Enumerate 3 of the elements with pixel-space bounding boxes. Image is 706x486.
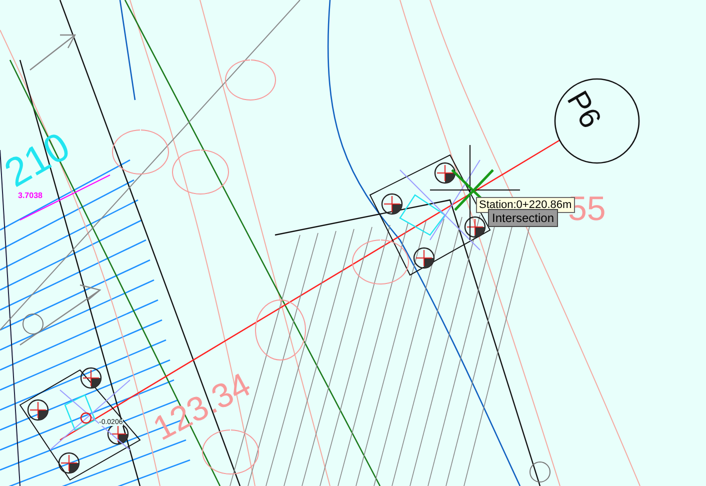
snap-tooltip: Intersection [488, 209, 558, 227]
drawing-label: 3.7038 [18, 192, 42, 200]
drawing-label: P6 [561, 86, 606, 134]
